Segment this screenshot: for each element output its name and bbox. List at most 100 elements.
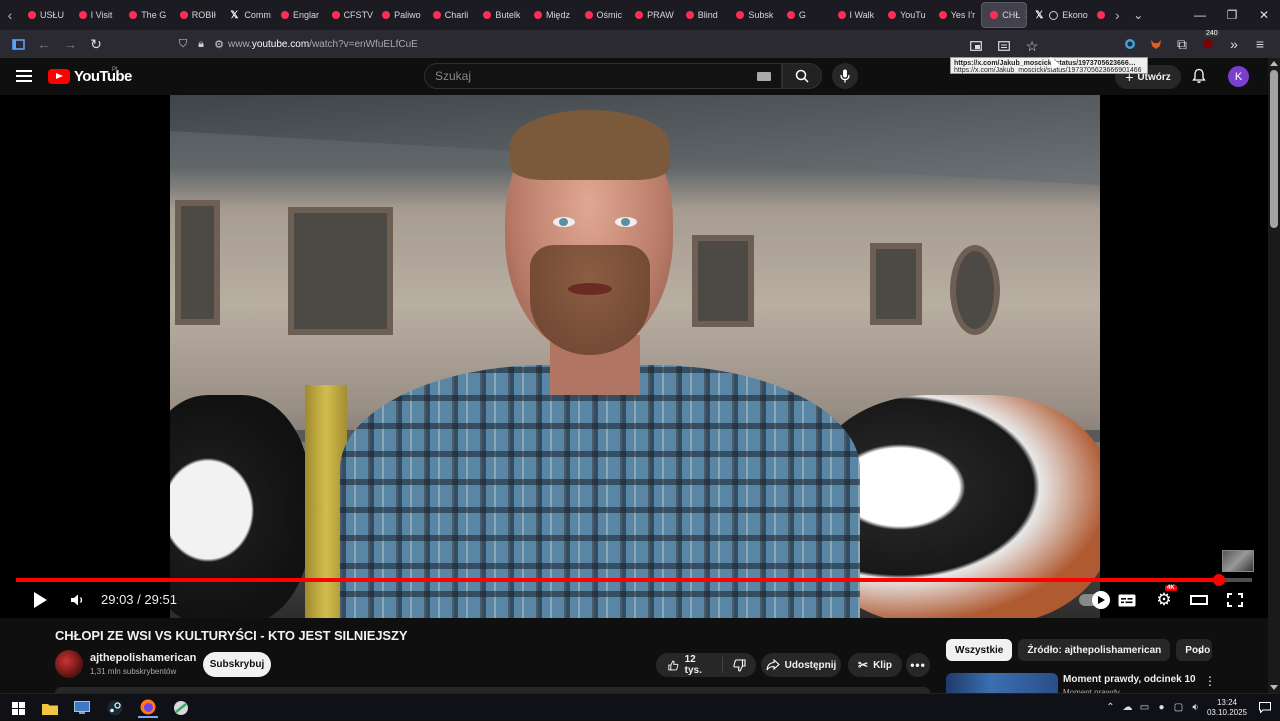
like-button[interactable]: 12 tys.: [656, 654, 723, 676]
shield-extension-icon[interactable]: [1118, 32, 1142, 56]
tab[interactable]: Yes I'r: [931, 2, 982, 28]
subtitles-button[interactable]: [1116, 587, 1138, 613]
tab[interactable]: Blind: [678, 2, 729, 28]
app-menu-icon[interactable]: ≡: [1248, 32, 1272, 56]
clock-date: 03.10.2025: [1206, 707, 1248, 717]
tab[interactable]: YouTu: [880, 2, 931, 28]
account-avatar[interactable]: K: [1228, 66, 1249, 87]
channel-avatar[interactable]: [55, 650, 83, 678]
recommended-thumbnail[interactable]: [946, 673, 1058, 693]
permissions-icon[interactable]: ⚙: [210, 38, 228, 51]
tab[interactable]: Englar: [273, 2, 324, 28]
channel-name[interactable]: ajthepolishamerican: [90, 652, 196, 664]
minimize-icon[interactable]: —: [1184, 0, 1216, 30]
chip-source[interactable]: Źródło: ajthepolishamerican: [1018, 639, 1171, 661]
chevron-right-icon[interactable]: ›: [1190, 640, 1210, 662]
video-frame[interactable]: [170, 95, 1100, 618]
tab[interactable]: I Visit: [71, 2, 122, 28]
tab[interactable]: 𝕏 Ekono: [1027, 2, 1095, 28]
tab[interactable]: Butelk: [475, 2, 526, 28]
firefox-icon[interactable]: [138, 698, 158, 718]
tab[interactable]: CFSTV: [324, 2, 375, 28]
search-input[interactable]: Szukaj: [424, 63, 782, 89]
scrollbar-thumb[interactable]: [1270, 70, 1278, 228]
tab[interactable]: Ośmic: [577, 2, 628, 28]
remote-desktop-icon[interactable]: [72, 698, 92, 718]
scroll-down-icon[interactable]: [1270, 685, 1278, 690]
tab-scroll-left-icon[interactable]: ‹: [0, 0, 20, 30]
notifications-bell-icon[interactable]: [1191, 68, 1207, 84]
recommended-title[interactable]: Moment prawdy, odcinek 10: [1063, 674, 1196, 685]
more-vertical-icon[interactable]: ⋮: [1204, 674, 1216, 688]
autoplay-toggle[interactable]: [1078, 587, 1110, 613]
tab[interactable]: The G: [121, 2, 172, 28]
onedrive-icon[interactable]: ☁: [1119, 694, 1136, 721]
tab[interactable]: G: [779, 2, 830, 28]
search-icon: [795, 69, 809, 83]
fullscreen-button[interactable]: [1225, 587, 1245, 613]
tab[interactable]: I Walk: [830, 2, 881, 28]
tab-label: Yes I'r: [950, 10, 976, 20]
voice-search-button[interactable]: [832, 63, 858, 89]
display-icon[interactable]: ▢: [1170, 694, 1187, 721]
sidebar-toggle-icon[interactable]: [6, 32, 30, 56]
share-button[interactable]: Udostępnij: [761, 653, 841, 677]
tab[interactable]: Międz: [526, 2, 577, 28]
app-icon[interactable]: [171, 698, 191, 718]
theater-mode-button[interactable]: [1189, 587, 1209, 613]
guide-menu-icon[interactable]: [16, 70, 32, 82]
subscribe-button[interactable]: Subskrybuj: [203, 652, 271, 677]
tab[interactable]: USŁU: [20, 2, 71, 28]
tab-scroll-right-icon[interactable]: ›: [1107, 0, 1127, 30]
close-window-icon[interactable]: ✕: [1248, 0, 1280, 30]
dislike-button[interactable]: [723, 658, 756, 672]
list-all-tabs-icon[interactable]: ⌄: [1127, 0, 1149, 30]
bookmark-star-icon[interactable]: ☆: [1020, 34, 1044, 58]
tab[interactable]: Subsk: [728, 2, 779, 28]
tab[interactable]: Charli: [425, 2, 476, 28]
progress-bar[interactable]: [16, 574, 1252, 586]
file-explorer-icon[interactable]: [40, 698, 60, 718]
tab-active[interactable]: CHŁ ✕: [981, 2, 1028, 28]
youtube-favicon-icon: [382, 11, 391, 19]
extensions-puzzle-icon[interactable]: ⧉: [1170, 32, 1194, 56]
mute-button[interactable]: [68, 587, 88, 613]
scroll-up-icon[interactable]: [1270, 61, 1278, 66]
player-controls: 29:03 / 29:51 ⚙ 4K: [0, 585, 1268, 615]
picture-in-picture-icon[interactable]: [964, 34, 988, 58]
show-hidden-icons-icon[interactable]: ⌃: [1102, 694, 1119, 721]
notifications-icon[interactable]: [1250, 702, 1280, 713]
search-button[interactable]: [782, 63, 822, 89]
chip-all[interactable]: Wszystkie: [946, 639, 1013, 661]
microphone-tray-icon[interactable]: ●: [1153, 694, 1170, 721]
tracking-protection-icon[interactable]: ⛉: [174, 38, 192, 51]
steam-icon[interactable]: [105, 698, 125, 718]
keyboard-icon[interactable]: [757, 72, 771, 81]
url-bar[interactable]: ⛉ 🔒︎ ⚙ www. youtube.com/watch?v=enWfuELfC…: [174, 32, 1050, 56]
start-button[interactable]: [8, 698, 28, 718]
tab[interactable]: ROBIł: [172, 2, 223, 28]
video-player[interactable]: 29:03 / 29:51 ⚙ 4K: [0, 95, 1268, 618]
overflow-chevron-icon[interactable]: »: [1222, 32, 1246, 56]
reload-icon[interactable]: ↻: [84, 32, 108, 56]
settings-button[interactable]: ⚙ 4K: [1153, 585, 1177, 613]
clock[interactable]: 13:24 03.10.2025: [1204, 698, 1250, 718]
tab-close-icon[interactable]: ✕: [1024, 10, 1026, 21]
tab[interactable]: 𝕏 Comm: [222, 2, 273, 28]
ublock-icon[interactable]: 240: [1196, 30, 1220, 56]
restore-icon[interactable]: ❐: [1216, 0, 1248, 30]
play-button[interactable]: [30, 587, 50, 613]
reader-view-icon[interactable]: [992, 34, 1016, 58]
clip-button[interactable]: ✂ Klip: [848, 653, 902, 677]
network-icon[interactable]: ▭: [1136, 694, 1153, 721]
tab[interactable]: [1095, 2, 1107, 28]
lock-icon[interactable]: 🔒︎: [192, 38, 210, 51]
speaker-icon[interactable]: 🔉︎: [1187, 694, 1204, 721]
more-actions-button[interactable]: •••: [906, 653, 930, 677]
tab[interactable]: PRAW: [627, 2, 678, 28]
tab[interactable]: Paliwo: [374, 2, 425, 28]
fox-extension-icon[interactable]: [1144, 32, 1168, 56]
forward-icon[interactable]: →: [58, 32, 82, 56]
page-scrollbar[interactable]: [1268, 58, 1280, 693]
back-icon[interactable]: ←: [32, 32, 56, 56]
